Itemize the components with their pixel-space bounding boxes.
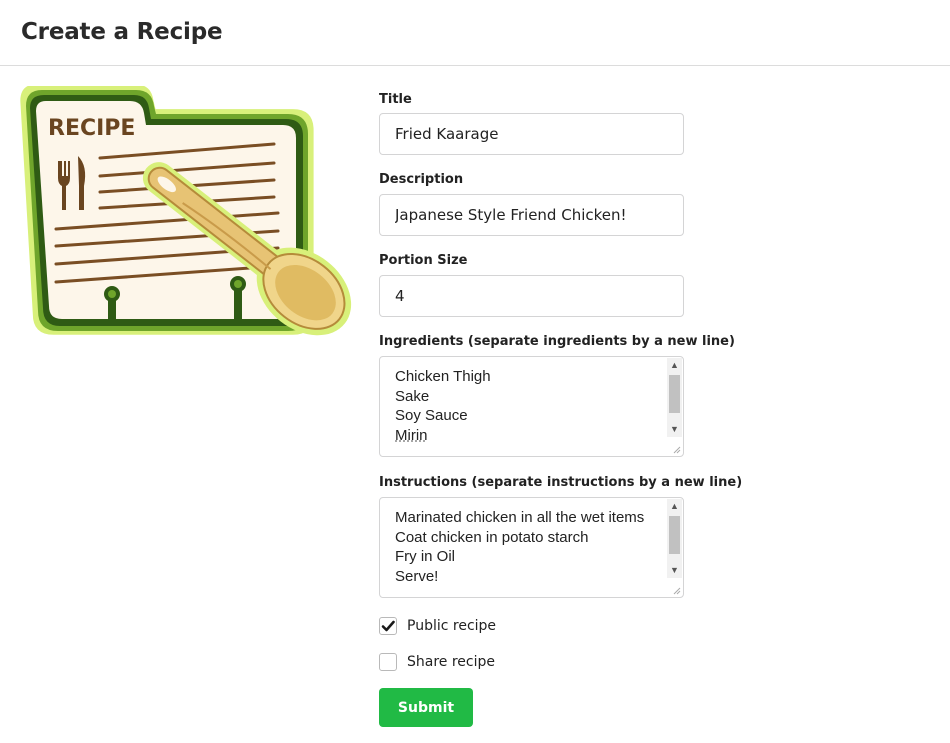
ingredients-scrollbar[interactable]: ▲ ▼ <box>667 358 682 437</box>
page-header: Create a Recipe <box>0 0 950 66</box>
scroll-thumb[interactable] <box>669 375 680 413</box>
scroll-down-icon[interactable]: ▼ <box>667 563 682 578</box>
instructions-textarea[interactable]: Marinated chicken in all the wet items C… <box>379 497 684 598</box>
checkmark-icon <box>381 620 395 632</box>
instruction-line: Coat chicken in potato starch <box>395 528 589 546</box>
ingredients-label: Ingredients (separate ingredients by a n… <box>379 334 735 349</box>
instructions-text: Marinated chicken in all the wet items C… <box>395 508 665 587</box>
instruction-line: Fry in Oil <box>395 548 455 566</box>
share-recipe-label: Share recipe <box>407 654 495 670</box>
title-input[interactable] <box>379 113 684 155</box>
description-label: Description <box>379 172 464 187</box>
instructions-scrollbar[interactable]: ▲ ▼ <box>667 499 682 578</box>
ingredient-line: Soy Sauce <box>395 407 468 425</box>
public-recipe-checkbox[interactable] <box>379 617 397 635</box>
page-title: Create a Recipe <box>21 19 223 45</box>
ingredient-line: Sake <box>395 387 430 405</box>
ingredients-text: Chicken Thigh Sake Soy Sauce Mirin <box>395 367 665 446</box>
scroll-up-icon[interactable]: ▲ <box>667 358 682 373</box>
ingredients-textarea[interactable]: Chicken Thigh Sake Soy Sauce Mirin ▲ ▼ <box>379 356 684 457</box>
instructions-label: Instructions (separate instructions by a… <box>379 475 743 490</box>
portion-size-input[interactable] <box>379 275 684 317</box>
scroll-up-icon[interactable]: ▲ <box>667 499 682 514</box>
share-recipe-toggle[interactable]: Share recipe <box>379 652 495 672</box>
submit-button[interactable]: Submit <box>379 688 473 727</box>
instruction-line: Serve! <box>395 568 439 586</box>
description-input[interactable] <box>379 194 684 236</box>
instruction-line: Marinated chicken in all the wet items <box>395 509 645 526</box>
public-recipe-toggle[interactable]: Public recipe <box>379 616 496 636</box>
resize-grip-icon[interactable] <box>672 586 681 595</box>
share-recipe-checkbox[interactable] <box>379 653 397 671</box>
scroll-thumb[interactable] <box>669 516 680 554</box>
title-label: Title <box>379 92 412 107</box>
public-recipe-label: Public recipe <box>407 618 497 634</box>
recipe-badge-text: RECIPE <box>48 116 135 141</box>
ingredient-line: Mirin <box>395 427 428 445</box>
scroll-down-icon[interactable]: ▼ <box>667 422 682 437</box>
portion-size-label: Portion Size <box>379 253 468 268</box>
recipe-card-illustration: RECIPE <box>18 84 353 371</box>
ingredient-line: Chicken Thigh <box>395 368 491 385</box>
resize-grip-icon[interactable] <box>672 445 681 454</box>
